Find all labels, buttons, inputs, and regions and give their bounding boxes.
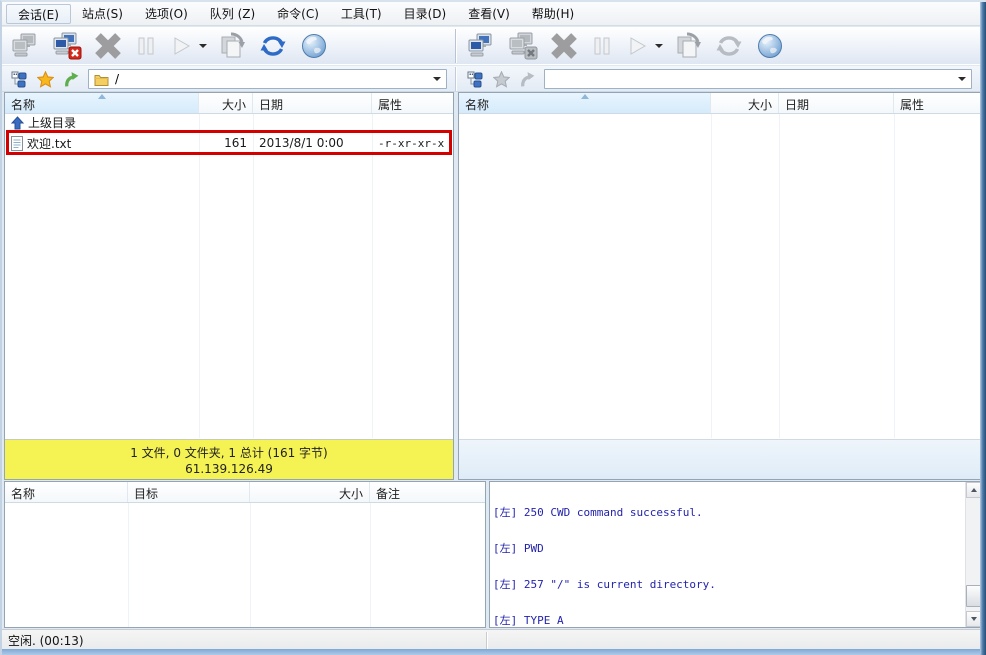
window-border-bottom	[2, 649, 986, 655]
path-combobox[interactable]: /	[88, 69, 447, 89]
file-size: 161	[199, 133, 253, 153]
folder-icon	[92, 70, 110, 88]
header-name-label: 名称	[465, 98, 489, 112]
pause-icon[interactable]	[589, 30, 615, 62]
log-line: [左] PWD	[493, 543, 964, 555]
site-tree-icon[interactable]	[466, 70, 484, 88]
browse-www-icon[interactable]	[298, 30, 330, 62]
header-size[interactable]: 大小	[250, 482, 370, 502]
queue-header: 名称 目标 大小 备注	[5, 482, 485, 503]
file-list-body	[459, 114, 981, 438]
header-size[interactable]: 大小	[711, 93, 779, 113]
log-panel: [左] 250 CWD command successful. [左] PWD …	[489, 481, 982, 628]
resume-icon[interactable]	[168, 30, 194, 62]
site-tree-icon[interactable]	[10, 70, 28, 88]
queue-body	[5, 503, 485, 627]
menu-queue[interactable]: 队列 (Z)	[199, 4, 266, 24]
file-list-body: 上级目录 欢迎.txt 161 2013/8/1 0:00 -r-xr-xr-x	[5, 114, 453, 438]
sort-ascending-icon	[98, 94, 106, 99]
header-note[interactable]: 备注	[370, 482, 485, 502]
menu-site[interactable]: 站点(S)	[71, 4, 134, 24]
status-bar: 空闲. (00:13)	[2, 629, 982, 651]
transfer-summary: 1 文件, 0 文件夹, 1 总计 (161 字节) 61.139.126.49	[5, 439, 453, 479]
menu-view[interactable]: 查看(V)	[457, 4, 521, 24]
file-list-header: 名称 大小 日期 属性	[459, 93, 981, 114]
queue-panel: 名称 目标 大小 备注	[4, 481, 486, 628]
ftp-client-window: 会话(E) 站点(S) 选项(O) 队列 (Z) 命令(C) 工具(T) 目录(…	[0, 0, 986, 655]
log-line: [左] 257 "/" is current directory.	[493, 579, 964, 591]
sort-ascending-icon	[581, 94, 589, 99]
remote-file-panel-left: 名称 大小 日期 属性 上级目录	[4, 92, 454, 480]
up-directory-icon[interactable]	[518, 70, 536, 88]
transfer-queue-icon[interactable]	[672, 30, 704, 62]
menu-tools[interactable]: 工具(T)	[330, 4, 393, 24]
file-name: 欢迎.txt	[27, 135, 71, 152]
file-attr: -r-xr-xr-x	[372, 133, 453, 153]
menu-commands[interactable]: 命令(C)	[266, 4, 330, 24]
header-date[interactable]: 日期	[779, 93, 894, 113]
header-size[interactable]: 大小	[199, 93, 253, 113]
log-line: [左] TYPE A	[493, 615, 964, 626]
header-name-label: 名称	[11, 98, 35, 112]
header-name[interactable]: 名称	[459, 93, 711, 113]
menu-help[interactable]: 帮助(H)	[521, 4, 585, 24]
parent-directory-row[interactable]: 上级目录	[5, 114, 453, 131]
toolbar-separator	[455, 29, 456, 63]
header-attr[interactable]: 属性	[894, 93, 981, 113]
abort-icon[interactable]	[548, 30, 580, 62]
current-path: /	[115, 72, 119, 86]
header-attr[interactable]: 属性	[372, 93, 453, 113]
summary-host: 61.139.126.49	[185, 462, 273, 476]
header-name[interactable]: 名称	[5, 93, 199, 113]
disconnect-icon[interactable]	[51, 30, 83, 62]
address-band: /	[2, 66, 980, 92]
combo-dropdown-button[interactable]	[953, 71, 970, 87]
log-line: [左] 250 CWD command successful.	[493, 507, 964, 519]
header-date[interactable]: 日期	[253, 93, 372, 113]
window-border-right	[980, 2, 986, 655]
address-left: /	[2, 66, 455, 92]
log-output: [左] 250 CWD command successful. [左] PWD …	[493, 483, 964, 626]
menu-directory[interactable]: 目录(D)	[393, 4, 458, 24]
toolbar-left	[2, 27, 455, 65]
statusbar-divider	[486, 632, 487, 650]
transfer-queue-icon[interactable]	[216, 30, 248, 62]
menu-bar: 会话(E) 站点(S) 选项(O) 队列 (Z) 命令(C) 工具(T) 目录(…	[2, 2, 980, 26]
file-date: 2013/8/1 0:00	[253, 133, 372, 153]
resume-dropdown-icon[interactable]	[655, 44, 663, 48]
resume-icon[interactable]	[624, 30, 650, 62]
path-combobox[interactable]	[544, 69, 972, 89]
file-list-header: 名称 大小 日期 属性	[5, 93, 453, 114]
header-target[interactable]: 目标	[128, 482, 250, 502]
abort-icon[interactable]	[92, 30, 124, 62]
file-row[interactable]: 欢迎.txt 161 2013/8/1 0:00 -r-xr-xr-x	[5, 133, 453, 153]
toolbar-right	[458, 27, 980, 65]
menu-options[interactable]: 选项(O)	[134, 4, 199, 24]
combo-dropdown-button[interactable]	[428, 71, 445, 87]
refresh-icon[interactable]	[713, 30, 745, 62]
text-file-icon	[11, 136, 23, 151]
refresh-icon[interactable]	[257, 30, 289, 62]
connect-icon[interactable]	[10, 30, 42, 62]
transfer-summary-empty	[459, 439, 981, 479]
summary-counts: 1 文件, 0 文件夹, 1 总计 (161 字节)	[130, 444, 328, 461]
bookmark-star-icon[interactable]	[36, 70, 54, 88]
disconnect-icon[interactable]	[507, 30, 539, 62]
local-file-panel-right: 名称 大小 日期 属性	[458, 92, 982, 480]
pause-icon[interactable]	[133, 30, 159, 62]
log-scrollbar[interactable]	[965, 482, 981, 627]
resume-dropdown-icon[interactable]	[199, 44, 207, 48]
parent-directory-label: 上级目录	[28, 114, 76, 131]
status-text: 空闲. (00:13)	[8, 632, 84, 649]
menu-session[interactable]: 会话(E)	[6, 4, 71, 24]
header-name[interactable]: 名称	[5, 482, 128, 502]
browse-www-icon[interactable]	[754, 30, 786, 62]
address-separator	[455, 67, 456, 91]
address-right	[458, 66, 980, 92]
connect-icon[interactable]	[466, 30, 498, 62]
up-directory-icon[interactable]	[62, 70, 80, 88]
toolbar-band	[2, 27, 980, 65]
up-arrow-icon	[11, 116, 24, 130]
bookmark-star-icon[interactable]	[492, 70, 510, 88]
